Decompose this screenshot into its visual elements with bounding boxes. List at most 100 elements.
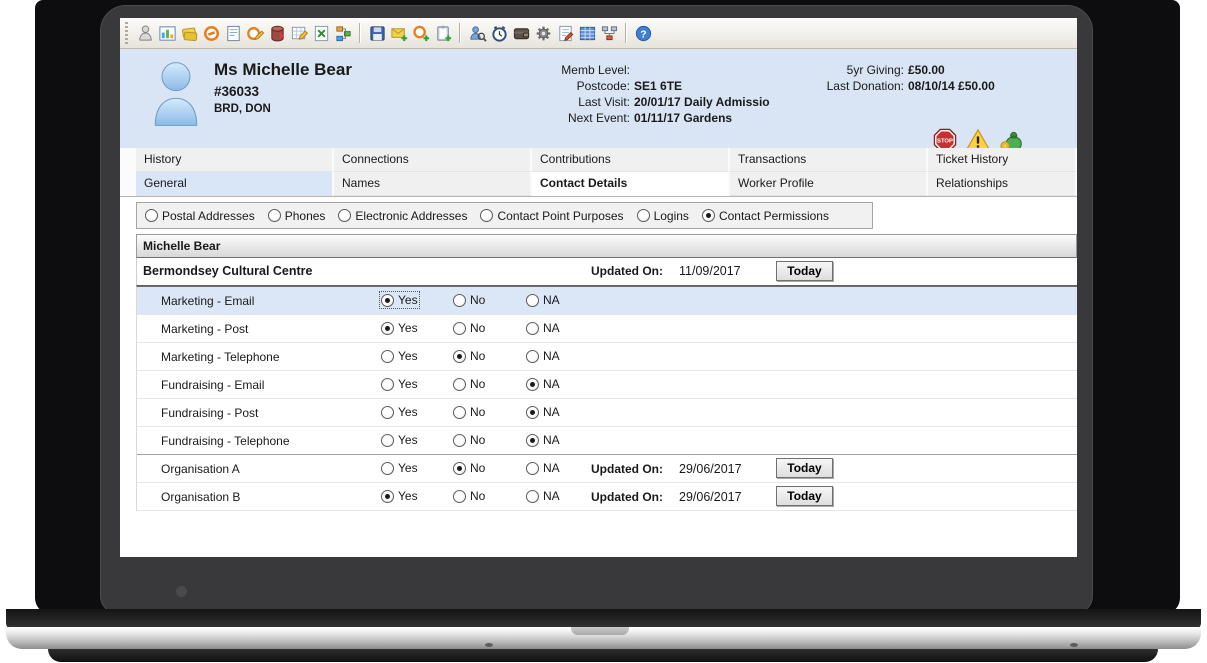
radio-icon[interactable] <box>526 294 539 307</box>
ticket-icon[interactable] <box>200 22 222 44</box>
permission-option-yes[interactable]: Yes <box>381 433 418 447</box>
permission-option-no[interactable]: No <box>453 461 485 475</box>
updated-on-date[interactable]: 29/06/2017 <box>679 490 742 504</box>
tab-general[interactable]: General <box>136 172 334 196</box>
tab-names[interactable]: Names <box>334 172 532 196</box>
permission-option-na[interactable]: NA <box>526 489 560 503</box>
updated-on-date[interactable]: 11/09/2017 <box>679 264 741 278</box>
permission-option-no[interactable]: No <box>453 293 485 307</box>
tab-worker-profile[interactable]: Worker Profile <box>730 172 928 196</box>
network-icon[interactable] <box>598 22 620 44</box>
ticket-edit-icon[interactable] <box>244 22 266 44</box>
alarm-clock-icon[interactable] <box>488 22 510 44</box>
membership-cards-icon[interactable] <box>178 22 200 44</box>
radio-icon[interactable] <box>453 378 466 391</box>
radio-icon[interactable] <box>637 209 650 222</box>
permission-option-yes[interactable]: Yes <box>381 489 418 503</box>
radio-icon[interactable] <box>381 490 394 503</box>
filter-option-postal-addresses[interactable]: Postal Addresses <box>145 209 255 223</box>
radio-icon[interactable] <box>453 350 466 363</box>
radio-icon[interactable] <box>702 209 715 222</box>
toolbar-grip[interactable] <box>125 22 128 44</box>
permission-option-no[interactable]: No <box>453 349 485 363</box>
tab-relationships[interactable]: Relationships <box>928 172 1077 196</box>
permission-option-no[interactable]: No <box>453 489 485 503</box>
person-icon[interactable] <box>134 22 156 44</box>
radio-icon[interactable] <box>381 462 394 475</box>
radio-icon[interactable] <box>526 462 539 475</box>
permission-option-yes[interactable]: Yes <box>381 461 418 475</box>
person-search-icon[interactable] <box>466 22 488 44</box>
tab-ticket-history[interactable]: Ticket History <box>928 148 1077 172</box>
laptop-camera-dot <box>176 586 187 597</box>
permission-option-na[interactable]: NA <box>526 433 560 447</box>
radio-icon[interactable] <box>526 406 539 419</box>
permission-option-no[interactable]: No <box>453 405 485 419</box>
chart-icon[interactable] <box>156 22 178 44</box>
today-button[interactable]: Today <box>776 486 833 506</box>
permission-option-yes[interactable]: Yes <box>381 321 418 335</box>
radio-icon[interactable] <box>145 209 158 222</box>
workflow-icon[interactable] <box>332 22 354 44</box>
radio-icon[interactable] <box>526 350 539 363</box>
permission-option-na[interactable]: NA <box>526 321 560 335</box>
radio-icon[interactable] <box>526 322 539 335</box>
filter-option-contact-permissions[interactable]: Contact Permissions <box>702 209 829 223</box>
gear-icon[interactable] <box>532 22 554 44</box>
tab-contributions[interactable]: Contributions <box>532 148 730 172</box>
tab-contact-details[interactable]: Contact Details <box>532 172 730 196</box>
radio-icon[interactable] <box>381 294 394 307</box>
permission-option-yes[interactable]: Yes <box>381 377 418 391</box>
export-excel-icon[interactable] <box>310 22 332 44</box>
add-clipboard-icon[interactable] <box>432 22 454 44</box>
permission-option-yes[interactable]: Yes <box>381 405 418 419</box>
radio-icon[interactable] <box>381 322 394 335</box>
filter-option-contact-point-purposes[interactable]: Contact Point Purposes <box>480 209 623 223</box>
tasks-icon[interactable] <box>554 22 576 44</box>
radio-icon[interactable] <box>453 406 466 419</box>
add-ticket-icon[interactable] <box>410 22 432 44</box>
radio-icon[interactable] <box>526 378 539 391</box>
filter-option-logins[interactable]: Logins <box>637 209 689 223</box>
permission-option-na[interactable]: NA <box>526 293 560 307</box>
save-icon[interactable] <box>366 22 388 44</box>
permission-option-no[interactable]: No <box>453 377 485 391</box>
radio-icon[interactable] <box>453 490 466 503</box>
help-icon[interactable]: ? <box>632 22 654 44</box>
radio-icon[interactable] <box>480 209 493 222</box>
radio-icon[interactable] <box>338 209 351 222</box>
permission-option-na[interactable]: NA <box>526 377 560 391</box>
radio-icon[interactable] <box>381 434 394 447</box>
database-icon[interactable] <box>266 22 288 44</box>
radio-icon[interactable] <box>381 378 394 391</box>
filter-option-electronic-addresses[interactable]: Electronic Addresses <box>338 209 467 223</box>
radio-icon[interactable] <box>381 350 394 363</box>
tab-history[interactable]: History <box>136 148 334 172</box>
today-button[interactable]: Today <box>776 261 833 281</box>
today-button[interactable]: Today <box>776 458 833 478</box>
radio-icon[interactable] <box>526 490 539 503</box>
table-icon[interactable] <box>576 22 598 44</box>
tab-connections[interactable]: Connections <box>334 148 532 172</box>
add-envelope-icon[interactable] <box>388 22 410 44</box>
permission-option-yes[interactable]: Yes <box>381 293 418 307</box>
radio-icon[interactable] <box>453 294 466 307</box>
radio-icon[interactable] <box>453 434 466 447</box>
permission-option-no[interactable]: No <box>453 321 485 335</box>
wallet-icon[interactable] <box>510 22 532 44</box>
permission-option-no[interactable]: No <box>453 433 485 447</box>
permission-option-yes[interactable]: Yes <box>381 349 418 363</box>
permission-option-na[interactable]: NA <box>526 461 560 475</box>
radio-icon[interactable] <box>268 209 281 222</box>
radio-icon[interactable] <box>526 434 539 447</box>
report-icon[interactable] <box>222 22 244 44</box>
updated-on-date[interactable]: 29/06/2017 <box>679 462 742 476</box>
radio-icon[interactable] <box>381 406 394 419</box>
filter-option-phones[interactable]: Phones <box>268 209 326 223</box>
radio-icon[interactable] <box>453 322 466 335</box>
permission-option-na[interactable]: NA <box>526 405 560 419</box>
radio-icon[interactable] <box>453 462 466 475</box>
seating-grid-icon[interactable] <box>288 22 310 44</box>
tab-transactions[interactable]: Transactions <box>730 148 928 172</box>
permission-option-na[interactable]: NA <box>526 349 560 363</box>
